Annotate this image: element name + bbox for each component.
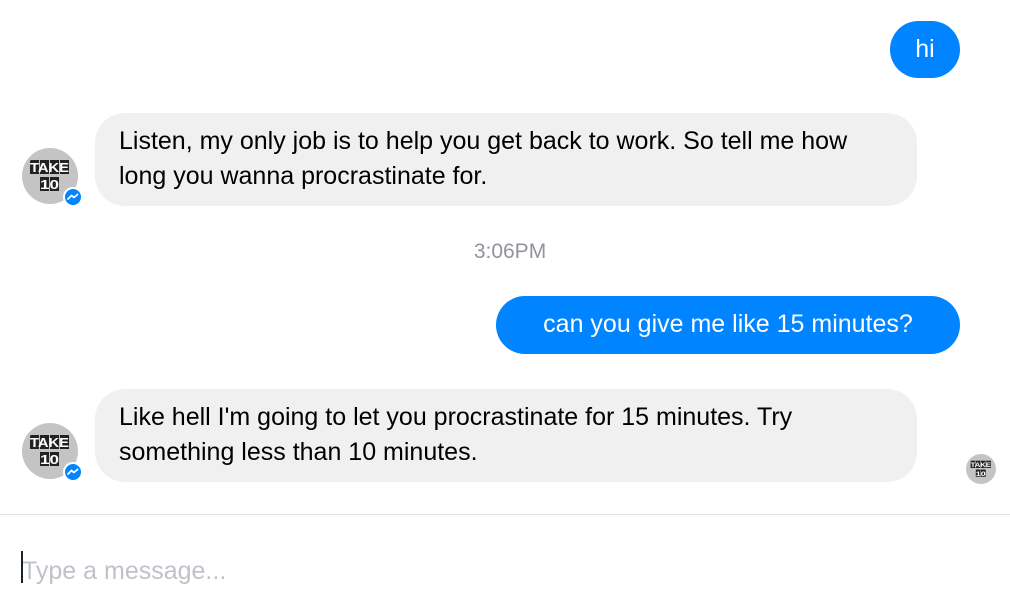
outgoing-message-bubble[interactable]: hi [890, 21, 960, 78]
take-10-logo: TAKE 10 [968, 456, 994, 482]
bot-avatar[interactable]: TAKE 10 [22, 423, 83, 482]
messenger-badge [63, 187, 83, 207]
messenger-icon [65, 189, 81, 205]
logo-text-line2: 10 [40, 177, 59, 192]
logo-text-line2: 10 [976, 471, 986, 478]
logo-text-line1: TAKE [30, 435, 69, 450]
message-text: Listen, my only job is to help you get b… [119, 127, 848, 190]
messenger-icon [65, 464, 81, 480]
logo-text-line1: TAKE [971, 462, 992, 469]
messenger-badge [63, 462, 83, 482]
message-text: Like hell I'm going to let you procrasti… [119, 403, 793, 466]
timestamp: 3:06PM [473, 240, 547, 263]
message-text: can you give me like 15 minutes? [543, 310, 913, 338]
seen-indicator-avatar: TAKE 10 [966, 454, 996, 484]
message-text: hi [915, 35, 935, 63]
bot-avatar[interactable]: TAKE 10 [22, 148, 83, 207]
message-composer [0, 515, 1010, 610]
text-caret [21, 551, 23, 583]
logo-text-line1: TAKE [30, 160, 69, 175]
outgoing-message-bubble[interactable]: can you give me like 15 minutes? [496, 296, 960, 354]
message-input[interactable] [20, 551, 982, 591]
logo-text-line2: 10 [40, 452, 59, 467]
incoming-message-bubble[interactable]: Like hell I'm going to let you procrasti… [95, 389, 917, 482]
chat-window: hi TAKE 10 Listen, my only job is to hel… [0, 0, 1010, 610]
incoming-message-bubble[interactable]: Listen, my only job is to help you get b… [95, 113, 917, 206]
